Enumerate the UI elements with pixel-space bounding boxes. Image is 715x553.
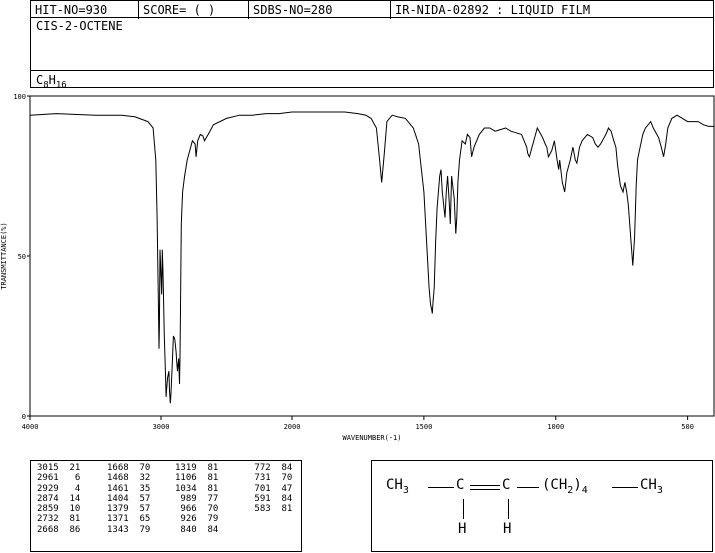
peak-row: 1319 81 [175, 463, 219, 473]
peak-row: 989 77 [175, 493, 219, 504]
bond-h1 [463, 499, 464, 519]
ir-spectrum-chart: 0 50 100 4000 3000 2000 1500 1000 500 TRANSMITT… [0, 93, 715, 442]
structure-c2: C [502, 477, 511, 493]
peak-row: 966 70 [175, 504, 219, 515]
peak-row: 1371 65 [107, 514, 151, 525]
peak-row: 731 70 [249, 473, 293, 484]
peak-row: 2961 6 [37, 473, 81, 484]
peak-row: 1343 79 [107, 524, 151, 535]
peak-row: 1468 32 [107, 473, 151, 484]
peak-row: 1379 57 [107, 504, 151, 515]
x-tick-label: 1500 [415, 423, 432, 431]
peak-row: 3015 21 [37, 463, 81, 473]
y-tick-label: 0 [22, 413, 26, 421]
peak-row: 840 84 [175, 524, 219, 535]
x-tick-label: 2000 [284, 423, 301, 431]
x-tick-label: 500 [681, 423, 694, 431]
bond-3 [612, 487, 638, 488]
peak-table: 3015 21 2961 6 2929 4 2874 14 2859 10 2732 81… [30, 460, 302, 552]
peak-row: 926 79 [175, 514, 219, 525]
structure-h1: H [458, 521, 467, 537]
double-bond-bottom [470, 489, 500, 490]
x-ticks: 4000 3000 2000 1500 1000 500 [22, 416, 694, 431]
peak-row: 2668 86 [37, 524, 81, 535]
plot-frame [29, 95, 715, 417]
peak-column: 1668 70 1468 32 1461 35 1404 57 1379 57 1371 … [107, 463, 150, 535]
y-tick-label: 50 [18, 253, 26, 261]
x-tick-label: 3000 [153, 423, 170, 431]
header-bar: HIT-NO=930 SCORE= ( ) SDBS-NO=280 IR-NID… [30, 0, 714, 19]
peak-row: 2874 14 [37, 493, 81, 504]
peak-column: 1319 81 1106 81 1034 81 989 77 966 70 926 … [175, 463, 218, 535]
peak-row: 701 47 [249, 483, 293, 494]
peak-row: 2859 10 [37, 504, 81, 515]
x-tick-label: 4000 [22, 423, 39, 431]
peak-row: 1668 70 [107, 463, 151, 473]
spectrum-line [29, 111, 714, 404]
x-axis-label: WAVENUMBER(-1) [342, 434, 401, 442]
peak-row: 1461 35 [107, 483, 151, 494]
y-ticks: 0 50 100 [13, 93, 30, 421]
x-tick-label: 1000 [547, 423, 564, 431]
peak-row: 591 84 [249, 493, 293, 504]
structure-ch2-group: (CH2)4 [542, 477, 588, 496]
peak-row: 2732 81 [37, 514, 81, 525]
formula-box: C8H16 [30, 70, 714, 90]
peak-column: 772 84 731 70 701 47 591 84 583 81 [249, 463, 292, 514]
compound-name: CIS-2-OCTENE [36, 19, 123, 33]
y-axis-label: TRANSMITTANCE(%) [0, 222, 8, 289]
peak-row: 1404 57 [107, 493, 151, 504]
bond-2 [517, 487, 539, 488]
compound-name-box: CIS-2-OCTENE [30, 17, 714, 71]
structure-h2: H [503, 521, 512, 537]
structure-c1: C [456, 477, 465, 493]
double-bond-top [470, 485, 500, 486]
peak-row: 2929 4 [37, 483, 81, 494]
peak-row: 583 81 [249, 504, 293, 515]
peak-row: 772 84 [249, 463, 293, 473]
bond-1 [428, 487, 454, 488]
structure-ch3-right: CH3 [640, 477, 663, 496]
y-tick-label: 100 [13, 93, 26, 101]
structure-ch3-left: CH3 [386, 477, 409, 496]
peak-row: 1034 81 [175, 483, 219, 494]
peak-row: 1106 81 [175, 473, 219, 484]
peak-column: 3015 21 2961 6 2929 4 2874 14 2859 10 2732 81… [37, 463, 80, 535]
bond-h2 [508, 499, 509, 519]
structure-box: CH3 C C (CH2)4 CH3 H H [371, 460, 713, 552]
